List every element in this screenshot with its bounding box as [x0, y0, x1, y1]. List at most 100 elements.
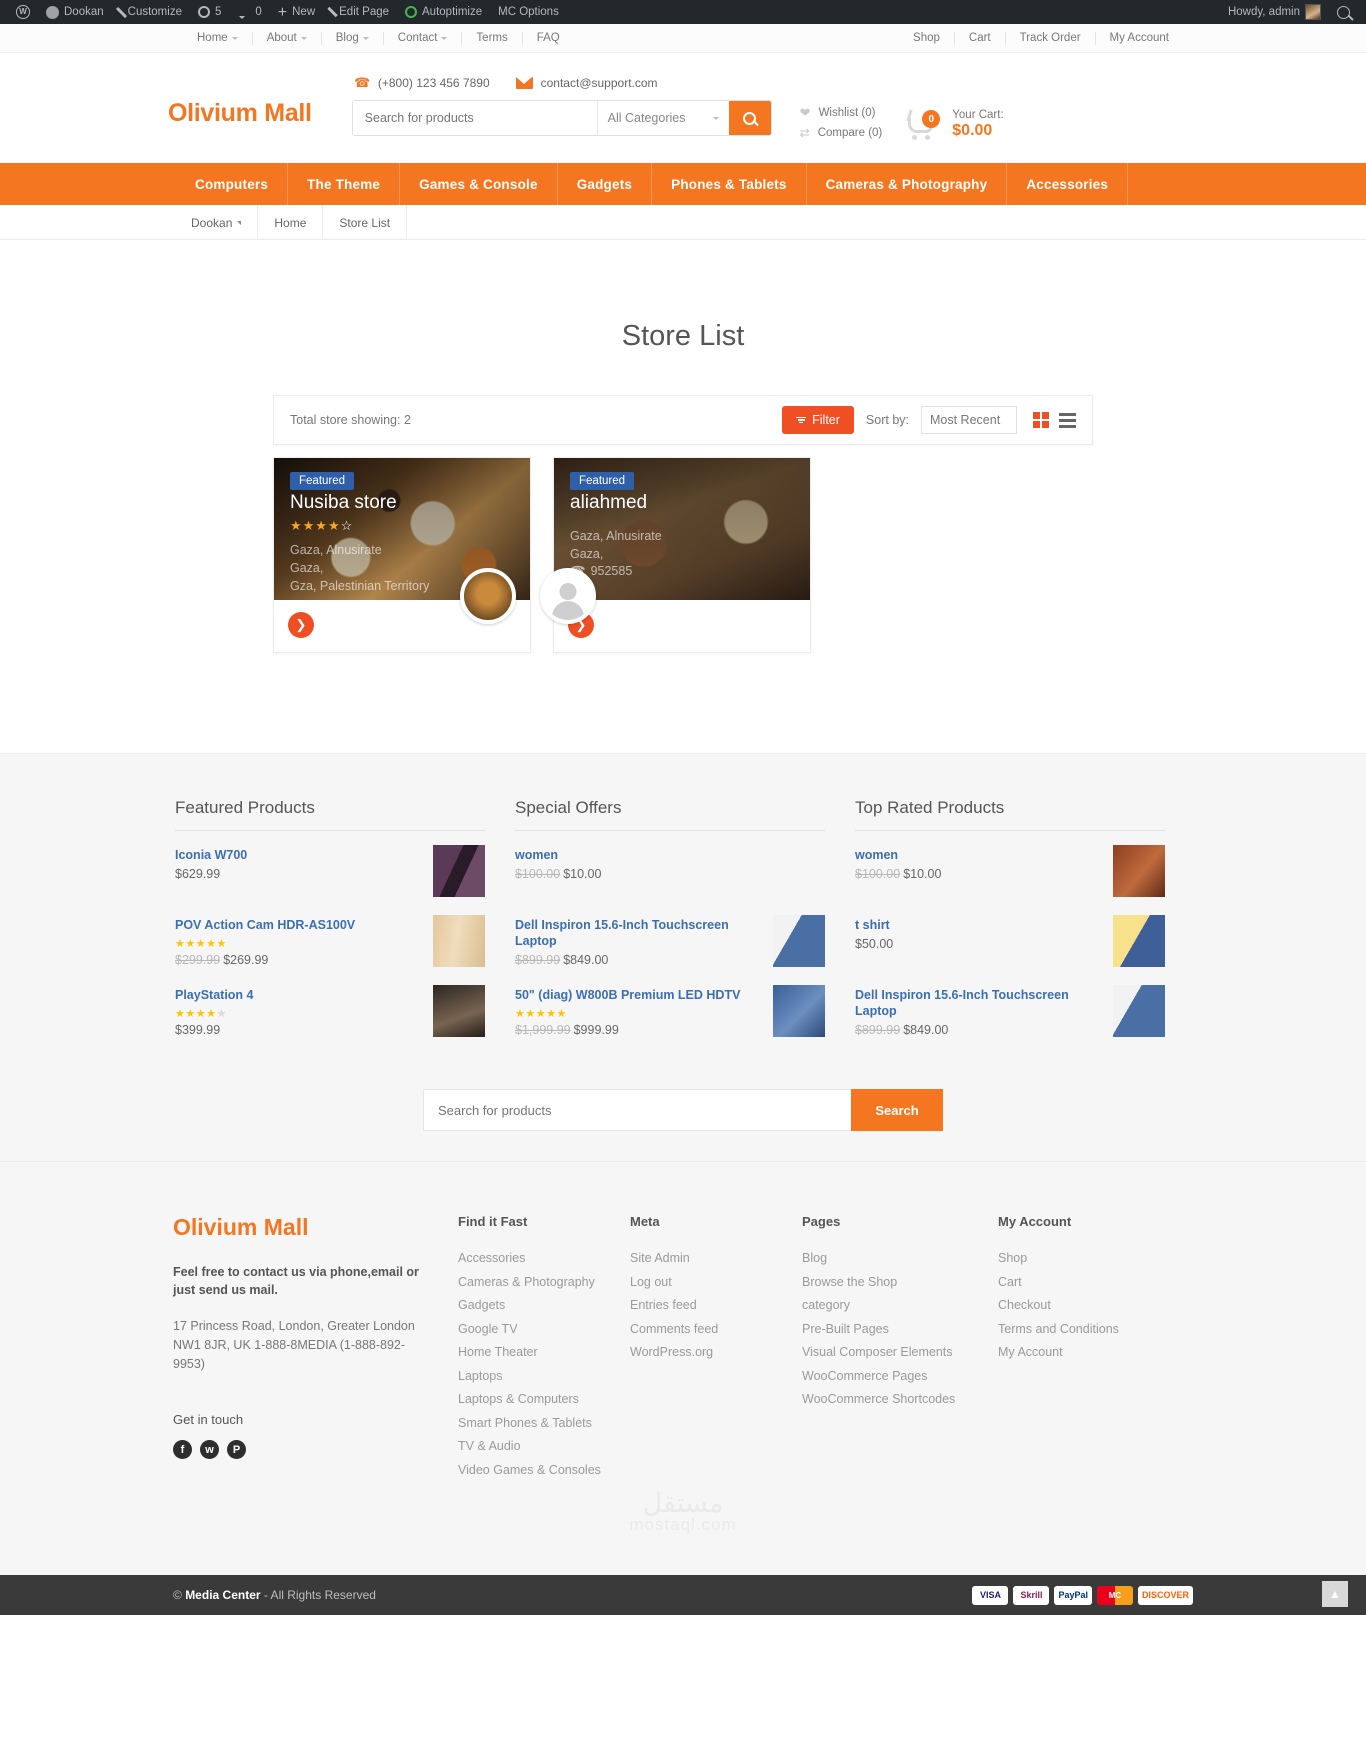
- topnav-item-blog[interactable]: Blog: [322, 31, 384, 45]
- wp-logo-menu[interactable]: [8, 0, 38, 24]
- cart-widget[interactable]: 0 Your Cart: $0.00: [906, 108, 1004, 140]
- facebook-icon[interactable]: f: [173, 1440, 192, 1459]
- store-visit-button[interactable]: ❯: [288, 612, 314, 638]
- product-list-item[interactable]: t shirt $50.00: [855, 915, 1165, 967]
- site-logo[interactable]: Olivium Mall: [168, 75, 312, 128]
- footer-link[interactable]: Log out: [630, 1271, 802, 1295]
- product-name[interactable]: Iconia W700: [175, 847, 423, 863]
- scroll-to-top-button[interactable]: ▲: [1322, 1581, 1348, 1607]
- topnav-item-my-account[interactable]: My Account: [1096, 32, 1183, 45]
- nav-item-computers[interactable]: Computers: [173, 163, 289, 205]
- footer-link[interactable]: Terms and Conditions: [998, 1318, 1170, 1342]
- footer-link[interactable]: WordPress.org: [630, 1341, 802, 1365]
- footer-link[interactable]: Blog: [802, 1247, 998, 1271]
- topnav-item-cart[interactable]: Cart: [955, 31, 1006, 45]
- new-content-menu[interactable]: + New: [270, 0, 323, 24]
- comments-menu[interactable]: 0: [229, 0, 269, 24]
- footer-link[interactable]: Cameras & Photography: [458, 1271, 630, 1295]
- topnav-item-shop[interactable]: Shop: [899, 31, 955, 45]
- product-name[interactable]: POV Action Cam HDR-AS100V: [175, 917, 423, 933]
- footer-search-button[interactable]: Search: [851, 1089, 943, 1131]
- mastercard-icon: MC: [1096, 1585, 1133, 1605]
- footer-link[interactable]: Accessories: [458, 1247, 630, 1271]
- footer-link[interactable]: WooCommerce Pages: [802, 1365, 998, 1389]
- product-list-item[interactable]: PlayStation 4 ★★★★★ $399.99: [175, 985, 485, 1037]
- product-list-item[interactable]: 50" (diag) W800B Premium LED HDTV ★★★★★ …: [515, 985, 825, 1037]
- search-input[interactable]: [352, 101, 597, 135]
- product-name[interactable]: 50" (diag) W800B Premium LED HDTV: [515, 987, 763, 1003]
- footer-logo[interactable]: Olivium Mall: [173, 1214, 428, 1241]
- footer-link[interactable]: WooCommerce Shortcodes: [802, 1388, 998, 1412]
- footer-link[interactable]: Checkout: [998, 1294, 1170, 1318]
- product-old-price: $299.99: [175, 953, 221, 967]
- product-name[interactable]: Dell Inspiron 15.6-Inch Touchscreen Lapt…: [855, 987, 1103, 1019]
- nav-item-cameras-photography[interactable]: Cameras & Photography: [807, 163, 1008, 205]
- product-list-item[interactable]: POV Action Cam HDR-AS100V ★★★★★ $299.99 $…: [175, 915, 485, 967]
- mc-options-menu[interactable]: MC Options: [490, 0, 567, 24]
- footer-link[interactable]: Shop: [998, 1247, 1170, 1271]
- product-list-item[interactable]: Iconia W700 $629.99: [175, 845, 485, 897]
- footer-link[interactable]: category: [802, 1294, 998, 1318]
- footer-link[interactable]: My Account: [998, 1341, 1170, 1365]
- grid-view-icon[interactable]: [1033, 412, 1049, 428]
- product-name[interactable]: t shirt: [855, 917, 1103, 933]
- product-name[interactable]: women: [515, 847, 763, 863]
- search-button[interactable]: [728, 101, 771, 135]
- footer-link[interactable]: Pre-Built Pages: [802, 1318, 998, 1342]
- site-name-menu[interactable]: Dookan: [38, 0, 112, 24]
- footer-link[interactable]: Video Games & Consoles: [458, 1459, 630, 1483]
- autoptimize-menu[interactable]: Autoptimize: [397, 0, 490, 24]
- product-list-item[interactable]: women $100.00 $10.00: [515, 845, 825, 897]
- product-name[interactable]: Dell Inspiron 15.6-Inch Touchscreen Lapt…: [515, 917, 763, 949]
- store-card[interactable]: Featured Nusiba store ★★★★☆ Gaza, Alnusi…: [273, 457, 531, 653]
- chevron-down-icon: [441, 36, 448, 40]
- footer-link[interactable]: Entries feed: [630, 1294, 802, 1318]
- pinterest-icon[interactable]: P: [227, 1440, 246, 1459]
- footer-link[interactable]: Site Admin: [630, 1247, 802, 1271]
- product-list-item[interactable]: Dell Inspiron 15.6-Inch Touchscreen Lapt…: [855, 985, 1165, 1037]
- topnav-item-track-order[interactable]: Track Order: [1006, 31, 1096, 45]
- footer-link[interactable]: Comments feed: [630, 1318, 802, 1342]
- topnav-item-faq[interactable]: FAQ: [523, 32, 574, 45]
- account-menu[interactable]: Howdy, admin: [1220, 0, 1329, 24]
- product-list-item[interactable]: women $100.00 $10.00: [855, 845, 1165, 897]
- footer-link[interactable]: Gadgets: [458, 1294, 630, 1318]
- nav-item-the-theme[interactable]: The Theme: [288, 163, 401, 205]
- category-select[interactable]: All Categories: [596, 101, 729, 135]
- compare-link[interactable]: ⇄ Compare (0): [800, 123, 883, 143]
- topnav-item-terms[interactable]: Terms: [462, 31, 523, 45]
- sort-select[interactable]: Most Recent: [921, 406, 1017, 434]
- nav-item-accessories[interactable]: Accessories: [1007, 163, 1129, 205]
- topnav-item-about[interactable]: About: [253, 31, 322, 45]
- top-right-nav: Shop Cart Track Order My Account: [899, 31, 1183, 45]
- footer-link[interactable]: Laptops: [458, 1365, 630, 1389]
- footer-link[interactable]: Google TV: [458, 1318, 630, 1342]
- footer-link[interactable]: Smart Phones & Tablets: [458, 1412, 630, 1436]
- edit-page-menu[interactable]: Edit Page: [323, 0, 397, 24]
- nav-item-gadgets[interactable]: Gadgets: [558, 163, 653, 205]
- topnav-item-home[interactable]: Home: [183, 31, 253, 45]
- product-name[interactable]: women: [855, 847, 1103, 863]
- footer-link[interactable]: Browse the Shop: [802, 1271, 998, 1295]
- product-name[interactable]: PlayStation 4: [175, 987, 423, 1003]
- nav-item-phones-tablets[interactable]: Phones & Tablets: [652, 163, 807, 205]
- footer-search-input[interactable]: [423, 1089, 851, 1131]
- footer-link[interactable]: TV & Audio: [458, 1435, 630, 1459]
- topnav-item-contact[interactable]: Contact: [384, 31, 463, 45]
- admin-search-button[interactable]: [1329, 0, 1358, 24]
- footer-link[interactable]: Home Theater: [458, 1341, 630, 1365]
- twitter-icon[interactable]: w: [200, 1440, 219, 1459]
- footer-link[interactable]: Cart: [998, 1271, 1170, 1295]
- breadcrumb-root[interactable]: Dookan: [173, 205, 259, 240]
- filter-button[interactable]: Filter: [782, 406, 854, 434]
- footer-link[interactable]: Visual Composer Elements: [802, 1341, 998, 1365]
- product-list-item[interactable]: Dell Inspiron 15.6-Inch Touchscreen Lapt…: [515, 915, 825, 967]
- wishlist-link[interactable]: ❤ Wishlist (0): [800, 103, 883, 123]
- footer-link[interactable]: Laptops & Computers: [458, 1388, 630, 1412]
- nav-item-games-console[interactable]: Games & Console: [400, 163, 558, 205]
- updates-menu[interactable]: 5: [190, 0, 229, 24]
- customize-menu[interactable]: Customize: [112, 0, 190, 24]
- breadcrumb-home[interactable]: Home: [258, 205, 324, 240]
- list-view-icon[interactable]: [1059, 412, 1076, 428]
- store-card[interactable]: Featured aliahmed Gaza, Alnusirate Gaza,…: [540, 457, 811, 653]
